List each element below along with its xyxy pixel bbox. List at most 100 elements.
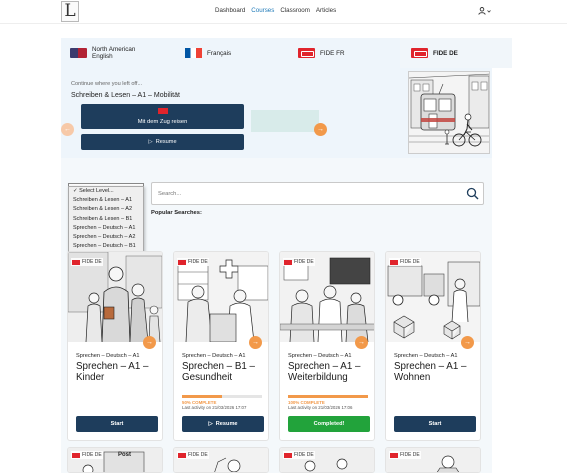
progress-bar [288,395,368,398]
arrow-right-icon: → [146,339,153,346]
chevron-left-icon: ← [64,126,71,133]
arrow-right-icon: → [358,339,365,346]
tab-label-line1: North American [92,46,136,53]
post-sign: Post [118,452,132,458]
course-title: Sprechen – A1 – Weiterbildung [288,361,361,383]
fide-de-badge: FIDE DE [283,258,315,266]
continue-label: Continue where you left off... [71,81,143,87]
course-title: Sprechen – B1 – Gesundheit [182,361,255,383]
arrow-right-icon: → [464,339,471,346]
course-card[interactable]: FIDE DE [385,447,481,473]
level-option[interactable]: Schreiben & Lesen – A1 [69,196,143,205]
course-category: Sprechen – Deutsch – A1 [182,353,246,359]
tab-label: Français [207,49,232,57]
course-title: Sprechen – A1 – Wohnen [394,361,467,383]
search-button[interactable] [466,187,479,200]
fide-flag-icon [298,48,315,58]
card-open-button[interactable]: → [249,336,262,349]
fide-flag-icon [284,259,292,265]
fide-flag-icon [72,259,80,265]
resume-button[interactable]: ▷ Resume [81,134,244,150]
nav-link-courses[interactable]: Courses [251,7,274,14]
continue-course-title: Schreiben & Lesen – A1 – Mobilität [71,92,180,99]
search-box [151,182,484,205]
fide-flag-icon [72,452,80,458]
level-option[interactable]: Schreiben & Lesen – A2 [69,205,143,214]
card-open-button[interactable]: → [355,336,368,349]
play-icon: ▷ [148,139,153,145]
course-card[interactable]: FIDE DE [173,447,269,473]
next-lesson-card[interactable] [251,110,319,132]
main-nav: Dashboard Courses Classroom Articles [215,7,336,14]
lesson-title: Mit dem Zug reisen [137,119,188,125]
course-card[interactable]: FIDE DE Post [67,447,163,473]
level-option[interactable]: Sprechen – Deutsch – A1 [69,224,143,233]
resume-button[interactable]: ▷ Resume [182,416,264,432]
course-card[interactable]: FIDE DE [279,447,375,473]
tab-label: FIDE DE [433,49,458,57]
us-flag-icon [70,48,87,58]
progress-fill [288,395,368,398]
fide-de-badge: FIDE DE [71,451,103,459]
search-input[interactable] [158,189,448,199]
course-card[interactable]: FIDE DE → Sprechen – Deutsch – A1 Sprech… [67,251,163,441]
nav-link-classroom[interactable]: Classroom [280,7,310,14]
tab-label: FIDE FR [320,49,345,57]
resume-label: Resume [155,139,177,145]
fide-de-badge: FIDE DE [283,451,315,459]
tab-fide-de[interactable]: FIDE DE [400,38,512,68]
course-card[interactable]: FIDE DE → Sprechen – Deutsch – A1 Sprech… [385,251,481,441]
fide-flag-icon [390,259,398,265]
nav-link-articles[interactable]: Articles [316,7,336,14]
fide-de-badge: FIDE DE [71,258,103,266]
fide-de-badge: FIDE DE [389,258,421,266]
fide-flag-icon [178,452,186,458]
tab-north-american-english[interactable]: North American English [70,38,170,68]
fide-flag-icon [178,259,186,265]
search-icon [466,187,479,200]
popular-searches-label: Popular Searches: [151,210,202,216]
progress-fill [182,395,222,398]
carousel-next-button[interactable]: → [314,123,327,136]
nav-link-dashboard[interactable]: Dashboard [215,7,245,14]
fide-de-badge: FIDE DE [177,451,209,459]
fide-de-badge: FIDE DE [177,258,209,266]
course-category: Sprechen – Deutsch – A1 [288,353,352,359]
continue-lesson-card[interactable]: Mit dem Zug reisen [81,104,244,129]
start-button[interactable]: Start [394,416,476,432]
fide-flag-icon [284,452,292,458]
arrow-right-icon: → [252,339,259,346]
user-icon [478,7,491,15]
level-option[interactable]: Sprechen – Deutsch – B1 [69,242,143,251]
hero-illustration [408,71,490,154]
top-navbar: L Dashboard Courses Classroom Articles [0,0,567,24]
course-category: Sprechen – Deutsch – A1 [76,353,140,359]
language-tabs: North American English Français FIDE FR … [61,38,512,68]
completed-button[interactable]: Completed! [288,416,370,432]
play-icon: ▷ [208,421,213,427]
level-select-dropdown: ✓ Select Level... Schreiben & Lesen – A1… [68,186,144,256]
course-card[interactable]: FIDE DE → Sprechen – Deutsch – A1 Sprech… [173,251,269,441]
last-activity: Last activity on 21/03/2026 17:07 [182,405,247,410]
fide-flag-icon [158,108,168,114]
course-title: Sprechen – A1 – Kinder [76,361,149,383]
fr-flag-icon [185,48,202,58]
card-open-button[interactable]: → [461,336,474,349]
fide-flag-icon [390,452,398,458]
tab-francais[interactable]: Français [185,38,265,68]
start-button[interactable]: Start [76,416,158,432]
level-option-select[interactable]: ✓ Select Level... [69,187,143,196]
tab-fide-fr[interactable]: FIDE FR [298,38,378,68]
card-open-button[interactable]: → [143,336,156,349]
last-activity: Last activity on 21/03/2026 17:06 [288,405,353,410]
progress-bar [182,395,262,398]
course-category: Sprechen – Deutsch – A1 [394,353,458,359]
fide-de-badge: FIDE DE [389,451,421,459]
course-card[interactable]: FIDE DE → Sprechen – Deutsch – A1 Sprech… [279,251,375,441]
level-option[interactable]: Sprechen – Deutsch – A2 [69,233,143,242]
site-logo[interactable]: L [61,1,79,22]
chevron-right-icon: → [317,126,324,133]
carousel-prev-button[interactable]: ← [61,123,74,136]
user-menu-button[interactable] [478,7,492,15]
level-option[interactable]: Schreiben & Lesen – B1 [69,215,143,224]
